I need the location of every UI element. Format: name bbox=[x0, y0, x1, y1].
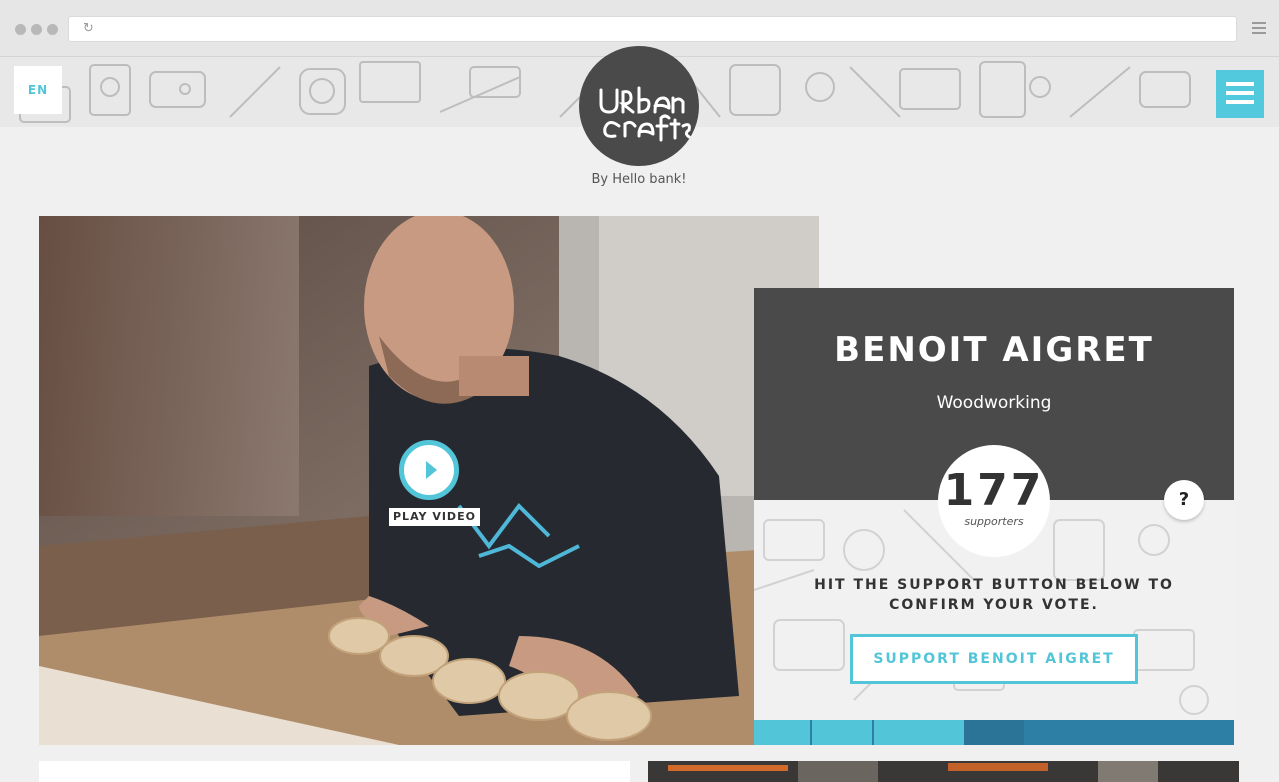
supporter-counter: 177 supporters bbox=[938, 445, 1050, 557]
menu-icon[interactable] bbox=[1216, 70, 1264, 118]
play-video-label[interactable]: PLAY VIDEO bbox=[389, 508, 480, 526]
content-panel-left bbox=[39, 761, 630, 782]
reload-icon[interactable]: ↻ bbox=[83, 22, 97, 36]
window-dot[interactable] bbox=[47, 24, 58, 35]
support-button[interactable]: SUPPORT BENOIT AIGRET bbox=[850, 634, 1138, 684]
progress-segment bbox=[964, 720, 1024, 745]
candidate-card: BENOIT AIGRET Woodworking 177 supporters… bbox=[754, 288, 1234, 745]
content-panel-right bbox=[648, 761, 1239, 782]
supporter-count: 177 bbox=[943, 465, 1045, 516]
supporter-label: supporters bbox=[964, 515, 1024, 528]
support-progress-bar bbox=[754, 720, 1234, 745]
window-dot[interactable] bbox=[15, 24, 26, 35]
browser-menu-icon[interactable] bbox=[1252, 22, 1266, 36]
help-button[interactable]: ? bbox=[1164, 480, 1204, 520]
language-selector[interactable]: EN bbox=[14, 66, 62, 114]
workshop-photo bbox=[648, 761, 1239, 782]
window-controls[interactable] bbox=[15, 24, 58, 35]
address-bar[interactable]: ↻ bbox=[68, 16, 1237, 42]
hero-video[interactable]: PLAY VIDEO bbox=[39, 216, 819, 745]
vote-instruction: HIT THE SUPPORT BUTTON BELOW TO CONFIRM … bbox=[814, 577, 1174, 613]
progress-segment bbox=[812, 720, 872, 745]
play-button[interactable] bbox=[399, 440, 459, 500]
logo-lettering bbox=[599, 86, 693, 142]
progress-segment bbox=[754, 720, 810, 745]
candidate-craft: Woodworking bbox=[936, 393, 1052, 413]
window-dot[interactable] bbox=[31, 24, 42, 35]
urban-crafts-logo[interactable] bbox=[579, 46, 699, 166]
play-icon bbox=[426, 461, 437, 479]
byline: By Hello bank! bbox=[591, 172, 687, 187]
candidate-name: BENOIT AIGRET bbox=[834, 330, 1154, 370]
